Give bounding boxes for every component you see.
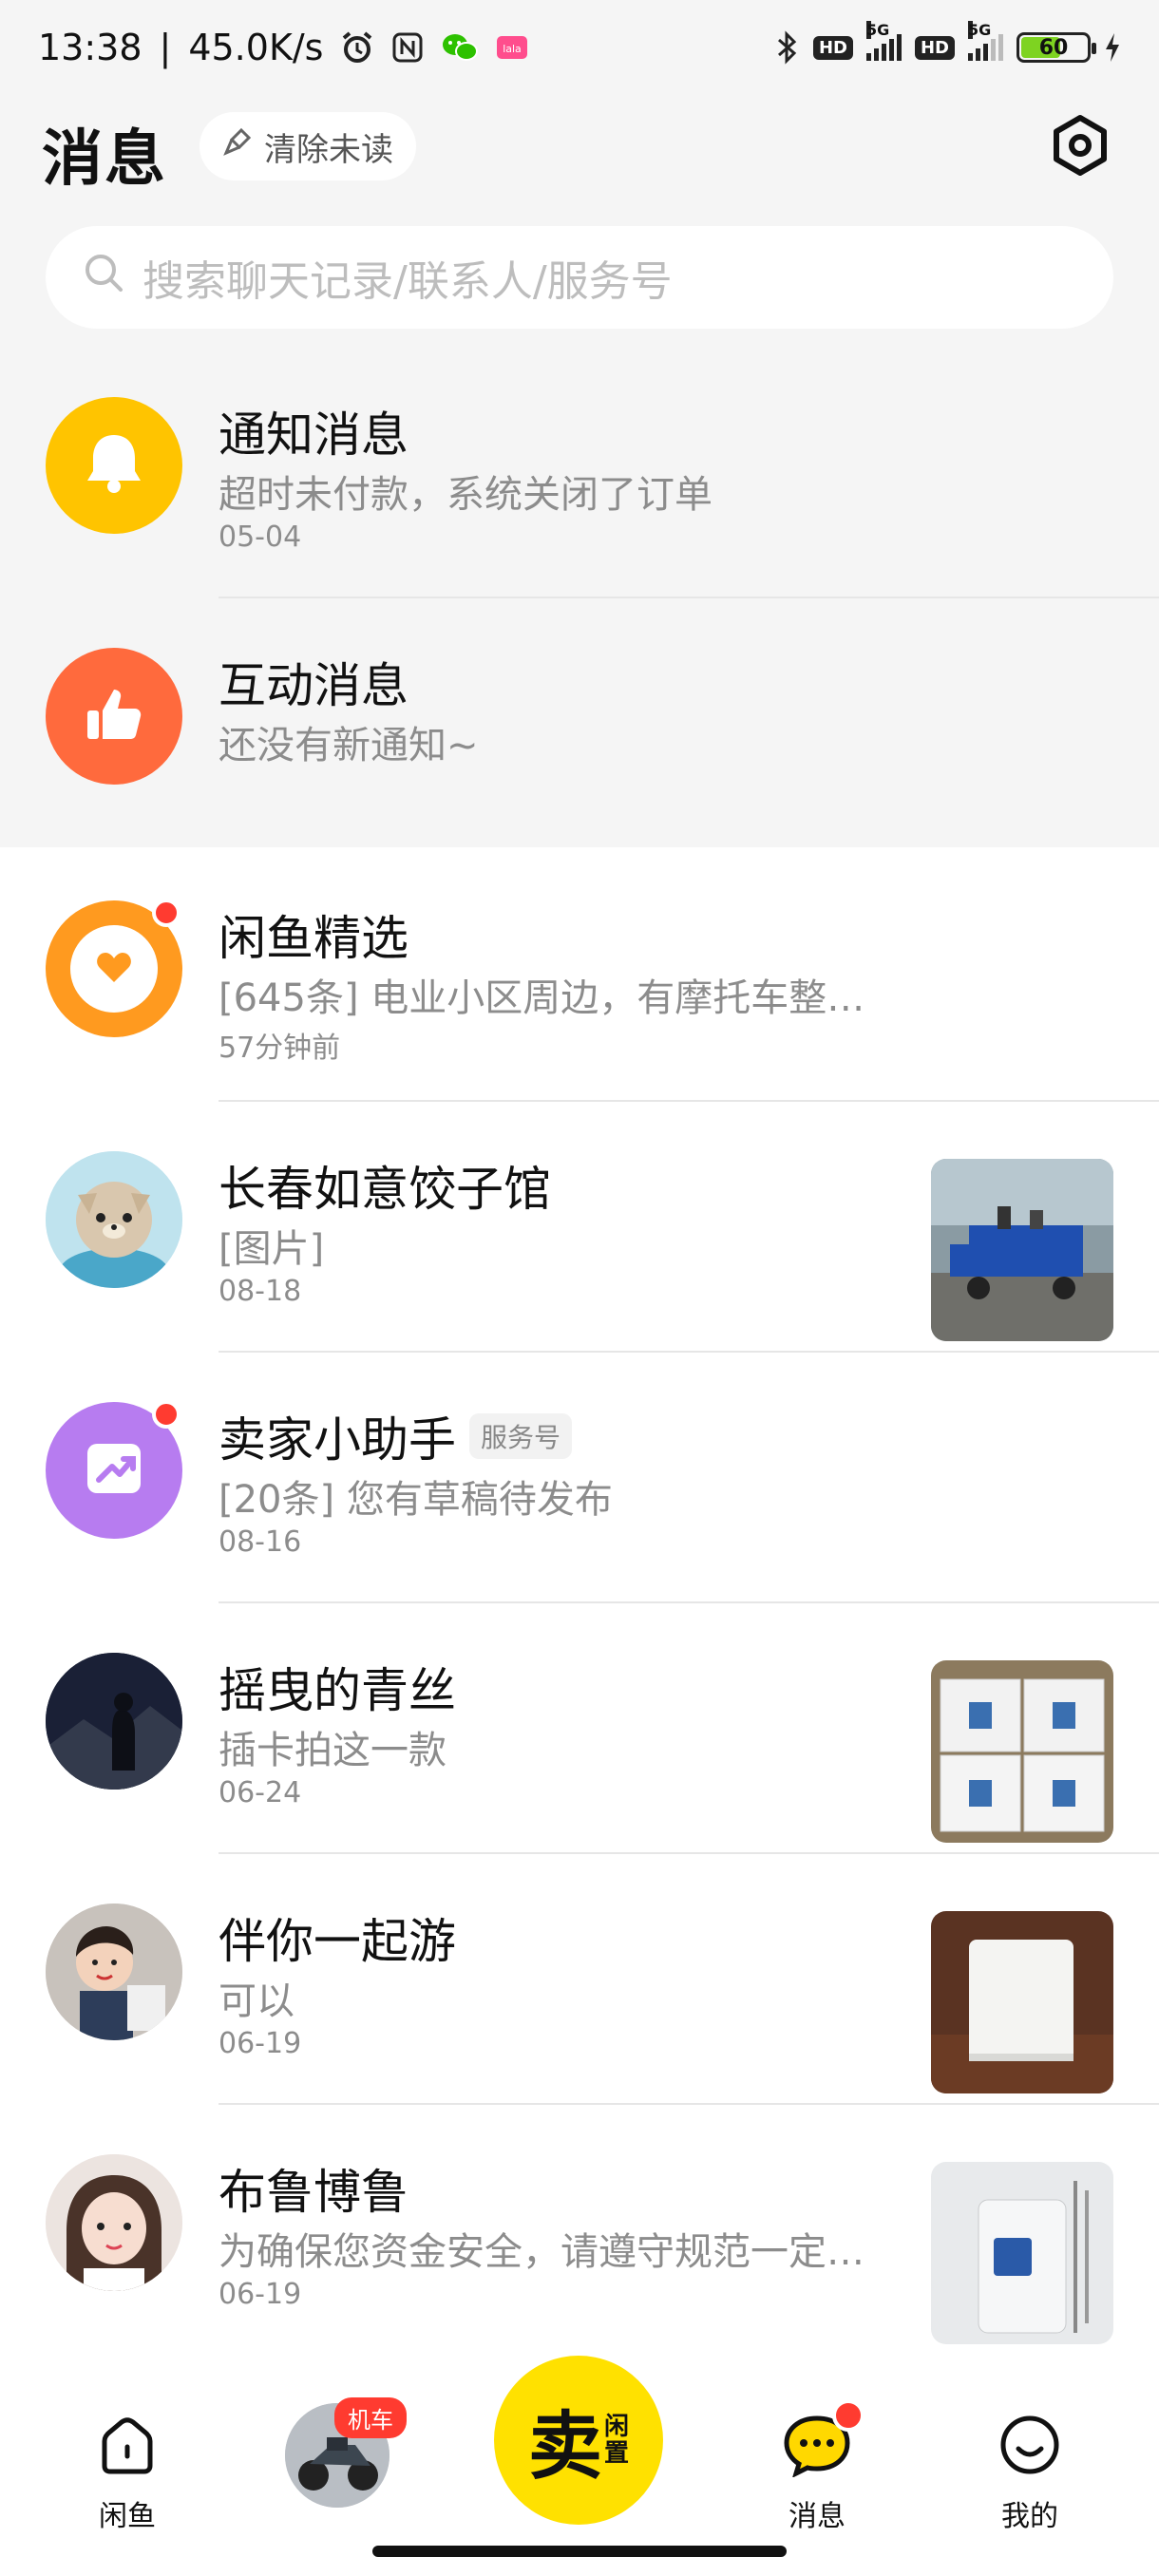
service-account-tag: 服务号 (469, 1413, 573, 1459)
chat-title: 伴你一起游 (218, 1914, 456, 1969)
bluetooth-icon (775, 30, 800, 65)
chat-preview: 可以 (218, 1979, 294, 2023)
router-photo[interactable] (931, 1911, 1113, 2093)
alarm-icon (340, 30, 374, 65)
row-title: 互动消息 (218, 658, 408, 713)
chat-time: 08-16 (218, 1525, 302, 1559)
tab-me[interactable]: 我的 (954, 2413, 1106, 2534)
chat-row[interactable]: 伴你一起游 可以 06-19 (0, 1854, 1159, 2105)
chat-time: 06-19 (218, 2278, 302, 2311)
nfc-icon (391, 31, 424, 64)
chat-title: 长春如意饺子馆 (218, 1162, 551, 1217)
row-preview: 超时未付款，系统关闭了订单 (218, 473, 712, 517)
broom-icon (222, 126, 255, 167)
app-notification-icon: lala (496, 33, 528, 62)
chat-time: 08-18 (218, 1275, 302, 1308)
chat-preview: 为确保您资金安全，请遵守规范一定… (218, 2230, 864, 2274)
signal-1-icon: 5G (865, 21, 902, 61)
gear-icon (1047, 115, 1113, 182)
page-header: 消息 清除未读 (0, 104, 1159, 195)
motor-tricycle-photo[interactable] (931, 1159, 1113, 1341)
charging-icon (1104, 31, 1121, 64)
chat-time: 06-24 (218, 1776, 302, 1809)
chat-row[interactable]: 闲鱼精选 [645条] 电业小区周边，有摩托车整… 57分钟前 (0, 851, 1159, 1102)
chat-row[interactable]: 摇曳的青丝 插卡拍这一款 06-24 (0, 1603, 1159, 1854)
status-bar: 13:38 | 45.0K/s lala HD 5G HD 5G 60 (0, 0, 1159, 95)
search-icon (82, 251, 125, 305)
search-placeholder: 搜索聊天记录/联系人/服务号 (142, 257, 673, 306)
bottom-tab-bar: 闲鱼 机车 卖 闲 置 消息 我的 (0, 2356, 1159, 2576)
device-photo[interactable] (931, 2162, 1113, 2344)
bell-icon (76, 426, 152, 505)
clock: 13:38 (38, 27, 142, 68)
messages-unread-dot (832, 2399, 864, 2432)
chat-row[interactable]: 卖家小助手 服务号 [20条] 您有草稿待发布 08-16 (0, 1353, 1159, 1603)
interaction-messages-row[interactable]: 互动消息 还没有新通知~ (0, 598, 1159, 849)
chat-title: 卖家小助手 服务号 (218, 1402, 573, 1470)
status-divider: | (159, 27, 172, 68)
thumbs-up-icon (76, 676, 152, 756)
notification-avatar (46, 397, 182, 534)
svg-text:lala: lala (504, 43, 522, 55)
unread-dot (152, 899, 180, 927)
hd-badge: HD (812, 35, 853, 60)
heart-icon (95, 950, 133, 988)
motorcycle-badge: 机车 (334, 2397, 407, 2438)
page-title: 消息 (42, 124, 167, 195)
battery-icon: 60 (1016, 32, 1096, 63)
row-time: 05-04 (218, 521, 302, 554)
cat-avatar (46, 1151, 182, 1288)
chat-preview: [20条] 您有草稿待发布 (218, 1478, 613, 1522)
interaction-avatar (46, 648, 182, 785)
kid-photo-avatar (46, 1904, 182, 2040)
search-input[interactable]: 搜索聊天记录/联系人/服务号 (46, 226, 1113, 329)
unread-dot (152, 1400, 180, 1429)
chat-preview: [图片] (218, 1227, 325, 1271)
chat-title: 布鲁博鲁 (218, 2165, 408, 2220)
wechat-icon (441, 31, 479, 64)
tab-home[interactable]: 闲鱼 (51, 2413, 203, 2534)
hd-badge-2: HD (914, 35, 955, 60)
network-speed: 45.0K/s (188, 27, 324, 68)
chat-preview: 插卡拍这一款 (218, 1729, 446, 1772)
sell-label: 卖 (527, 2404, 602, 2490)
tab-messages-label: 消息 (788, 2500, 846, 2533)
tab-messages[interactable]: 消息 (741, 2399, 893, 2534)
row-title: 通知消息 (218, 407, 408, 463)
trend-up-icon (76, 1430, 152, 1510)
chat-time: 06-19 (218, 2027, 302, 2060)
row-preview: 还没有新通知~ (218, 724, 479, 767)
sell-sub-label: 闲 置 (604, 2413, 630, 2468)
boxes-photo[interactable] (931, 1660, 1113, 1843)
chat-title: 闲鱼精选 (218, 911, 408, 966)
chat-time: 57分钟前 (218, 1032, 341, 1065)
smile-icon (998, 2413, 1062, 2485)
home-indicator[interactable] (372, 2546, 787, 2557)
chat-preview: [645条] 电业小区周边，有摩托车整… (218, 976, 865, 1020)
signal-2-icon: 5G (968, 21, 1003, 61)
chat-bubble-icon (781, 2399, 864, 2485)
settings-button[interactable] (1047, 112, 1113, 179)
tab-home-label: 闲鱼 (99, 2500, 156, 2533)
chat-row[interactable]: 布鲁博鲁 为确保您资金安全，请遵守规范一定… 06-19 (0, 2105, 1159, 2356)
chat-title: 摇曳的青丝 (218, 1663, 456, 1718)
clear-unread-button[interactable]: 清除未读 (200, 112, 416, 180)
clear-unread-label: 清除未读 (264, 130, 393, 169)
chat-row[interactable]: 长春如意饺子馆 [图片] 08-18 (0, 1102, 1159, 1353)
girl-photo-avatar (46, 2154, 182, 2291)
night-photo-avatar (46, 1653, 182, 1790)
home-icon (95, 2413, 160, 2485)
tab-me-label: 我的 (1001, 2500, 1058, 2533)
notification-messages-row[interactable]: 通知消息 超时未付款，系统关闭了订单 05-04 (0, 348, 1159, 598)
sell-button[interactable]: 卖 闲 置 (494, 2356, 663, 2525)
